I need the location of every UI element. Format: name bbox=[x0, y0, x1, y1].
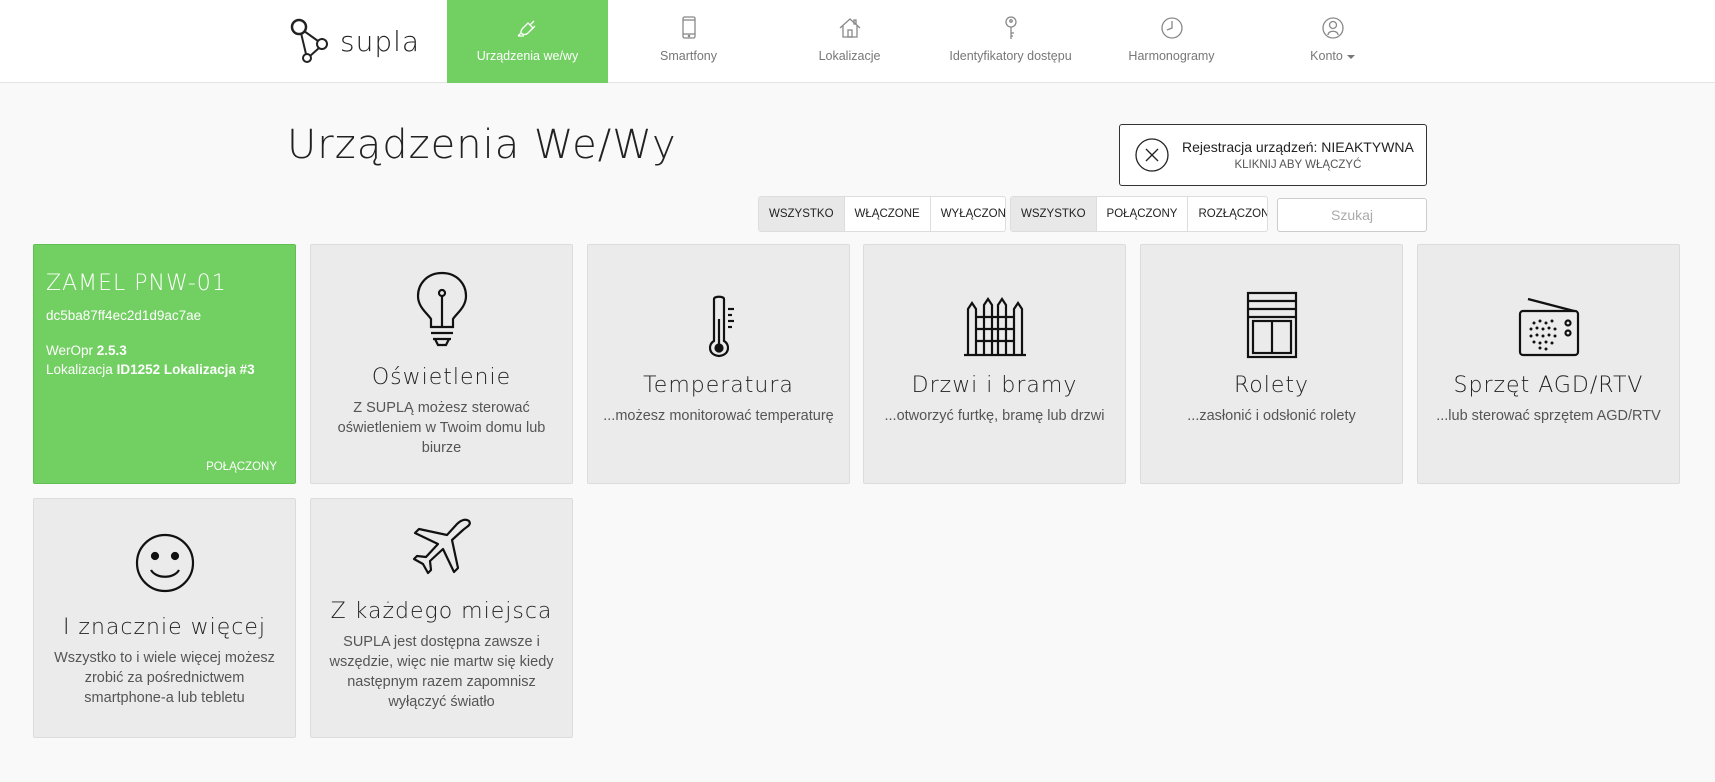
smartphone-icon bbox=[681, 16, 696, 39]
lightbulb-icon bbox=[416, 271, 467, 347]
home-icon bbox=[839, 18, 860, 38]
airplane-icon bbox=[412, 518, 471, 575]
card-description: Z SUPLĄ możesz sterować oświetleniem w T… bbox=[337, 400, 546, 456]
nav-label: Smartfony bbox=[660, 49, 717, 63]
registration-status: Rejestracja urządzeń: NIEAKTYWNA bbox=[1182, 139, 1414, 155]
search-input[interactable] bbox=[1277, 198, 1427, 232]
nav-item-schedules[interactable]: Harmonogramy bbox=[1091, 0, 1252, 83]
card-description: Wszystko to i wiele więcej możesz zrobić… bbox=[54, 650, 275, 706]
registration-toggle-button[interactable]: Rejestracja urządzeń: NIEAKTYWNA KLIKNIJ… bbox=[1119, 124, 1427, 186]
filter-state-off[interactable]: WYŁĄCZONE bbox=[931, 197, 1005, 231]
nav-item-smartphones[interactable]: Smartfony bbox=[608, 0, 769, 83]
firmware-label: WerOpr bbox=[46, 343, 94, 358]
radio-icon bbox=[1518, 297, 1579, 357]
nav-item-devices[interactable]: Urządzenia we/wy bbox=[447, 0, 608, 83]
nav-label: Urządzenia we/wy bbox=[476, 49, 579, 63]
filter-state-all[interactable]: WSZYSTKO bbox=[759, 197, 845, 231]
card-title: Temperatura bbox=[643, 373, 794, 398]
info-card-appliances: Sprzęt AGD/RTV ...lub sterować sprzętem … bbox=[1417, 244, 1680, 484]
nav-item-account[interactable]: Konto bbox=[1252, 0, 1413, 83]
info-card-more: I znacznie więcej Wszystko to i wiele wi… bbox=[33, 498, 296, 738]
brand[interactable]: supla bbox=[290, 18, 420, 64]
info-card-temperature: Temperatura ...możesz monitorować temper… bbox=[587, 244, 850, 484]
firmware-value: 2.5.3 bbox=[96, 343, 127, 358]
nav-item-locations[interactable]: Lokalizacje bbox=[769, 0, 930, 83]
registration-text: Rejestracja urządzeń: NIEAKTYWNA KLIKNIJ… bbox=[1182, 139, 1414, 171]
caret-down-icon bbox=[1346, 54, 1355, 59]
brand-name: supla bbox=[340, 24, 421, 58]
card-description: ...zasłonić i odsłonić rolety bbox=[1187, 408, 1356, 424]
info-card-lighting: Oświetlenie Z SUPLĄ możesz sterować oświ… bbox=[310, 244, 573, 484]
filter-connection-all[interactable]: WSZYSTKO bbox=[1011, 197, 1097, 231]
card-description: ...otworzyć furtkę, bramę lub drzwi bbox=[884, 408, 1105, 424]
nav-label: Lokalizacje bbox=[818, 49, 881, 63]
device-firmware: WerOpr 2.5.3 bbox=[46, 341, 283, 360]
card-title: Z każdego miejsca bbox=[330, 599, 553, 624]
card-title: Oświetlenie bbox=[371, 365, 512, 390]
navbar: supla Urządzenia we/wy Smartfony Lokaliz… bbox=[0, 0, 1715, 83]
location-label: Lokalizacja bbox=[46, 362, 113, 377]
state-filter-group: WSZYSTKO WŁĄCZONE WYŁĄCZONE bbox=[758, 196, 1006, 232]
card-description: ...lub sterować sprzętem AGD/RTV bbox=[1436, 408, 1661, 424]
window-blind-icon bbox=[1246, 291, 1297, 359]
card-title: Drzwi i bramy bbox=[911, 373, 1078, 398]
card-title: Rolety bbox=[1233, 373, 1310, 398]
user-icon bbox=[1321, 17, 1344, 39]
info-card-gates: Drzwi i bramy ...otworzyć furtkę, bramę … bbox=[863, 244, 1126, 484]
filter-state-on[interactable]: WŁĄCZONE bbox=[845, 197, 931, 231]
key-icon bbox=[1004, 16, 1017, 39]
card-description: ...możesz monitorować temperaturę bbox=[603, 408, 834, 424]
gate-icon bbox=[963, 297, 1026, 357]
supla-logo-icon bbox=[290, 18, 328, 63]
registration-hint: KLIKNIJ ABY WŁĄCZYĆ bbox=[1234, 159, 1362, 171]
card-description: SUPLA jest dostępna zawsze i wszędzie, w… bbox=[329, 634, 554, 710]
device-status: POŁĄCZONY bbox=[206, 461, 277, 473]
clock-icon bbox=[1160, 17, 1183, 39]
smiley-icon bbox=[135, 533, 194, 593]
info-card-blinds: Rolety ...zasłonić i odsłonić rolety bbox=[1140, 244, 1403, 484]
connection-filter-group: WSZYSTKO POŁĄCZONY ROZŁĄCZONY bbox=[1010, 196, 1268, 232]
nav-label: Konto bbox=[1310, 49, 1355, 63]
nav-label: Harmonogramy bbox=[1128, 49, 1215, 63]
nav-item-access-ids[interactable]: Identyfikatory dostępu bbox=[930, 0, 1091, 83]
card-title: Sprzęt AGD/RTV bbox=[1453, 373, 1644, 398]
thermometer-icon bbox=[708, 295, 734, 358]
plug-icon bbox=[517, 20, 535, 37]
device-guid: dc5ba87ff4ec2d1d9ac7ae bbox=[46, 308, 202, 323]
main-nav: Urządzenia we/wy Smartfony Lokalizacje I… bbox=[447, 0, 1413, 83]
close-circle-icon bbox=[1135, 138, 1169, 172]
device-card[interactable]: ZAMEL PNW-01 dc5ba87ff4ec2d1d9ac7ae WerO… bbox=[33, 244, 296, 484]
nav-label-text: Konto bbox=[1310, 49, 1343, 63]
location-value: ID1252 Lokalizacja #3 bbox=[116, 362, 255, 377]
nav-label: Identyfikatory dostępu bbox=[949, 49, 1072, 63]
info-card-anywhere: Z każdego miejsca SUPLA jest dostępna za… bbox=[310, 498, 573, 738]
device-name: ZAMEL PNW-01 bbox=[46, 271, 227, 296]
card-title: I znacznie więcej bbox=[62, 615, 267, 640]
filter-connection-disconnected[interactable]: ROZŁĄCZONY bbox=[1188, 197, 1267, 231]
page-title: Urządzenia We/Wy bbox=[287, 122, 677, 168]
filter-connection-connected[interactable]: POŁĄCZONY bbox=[1097, 197, 1189, 231]
device-location: Lokalizacja ID1252 Lokalizacja #3 bbox=[46, 360, 283, 379]
